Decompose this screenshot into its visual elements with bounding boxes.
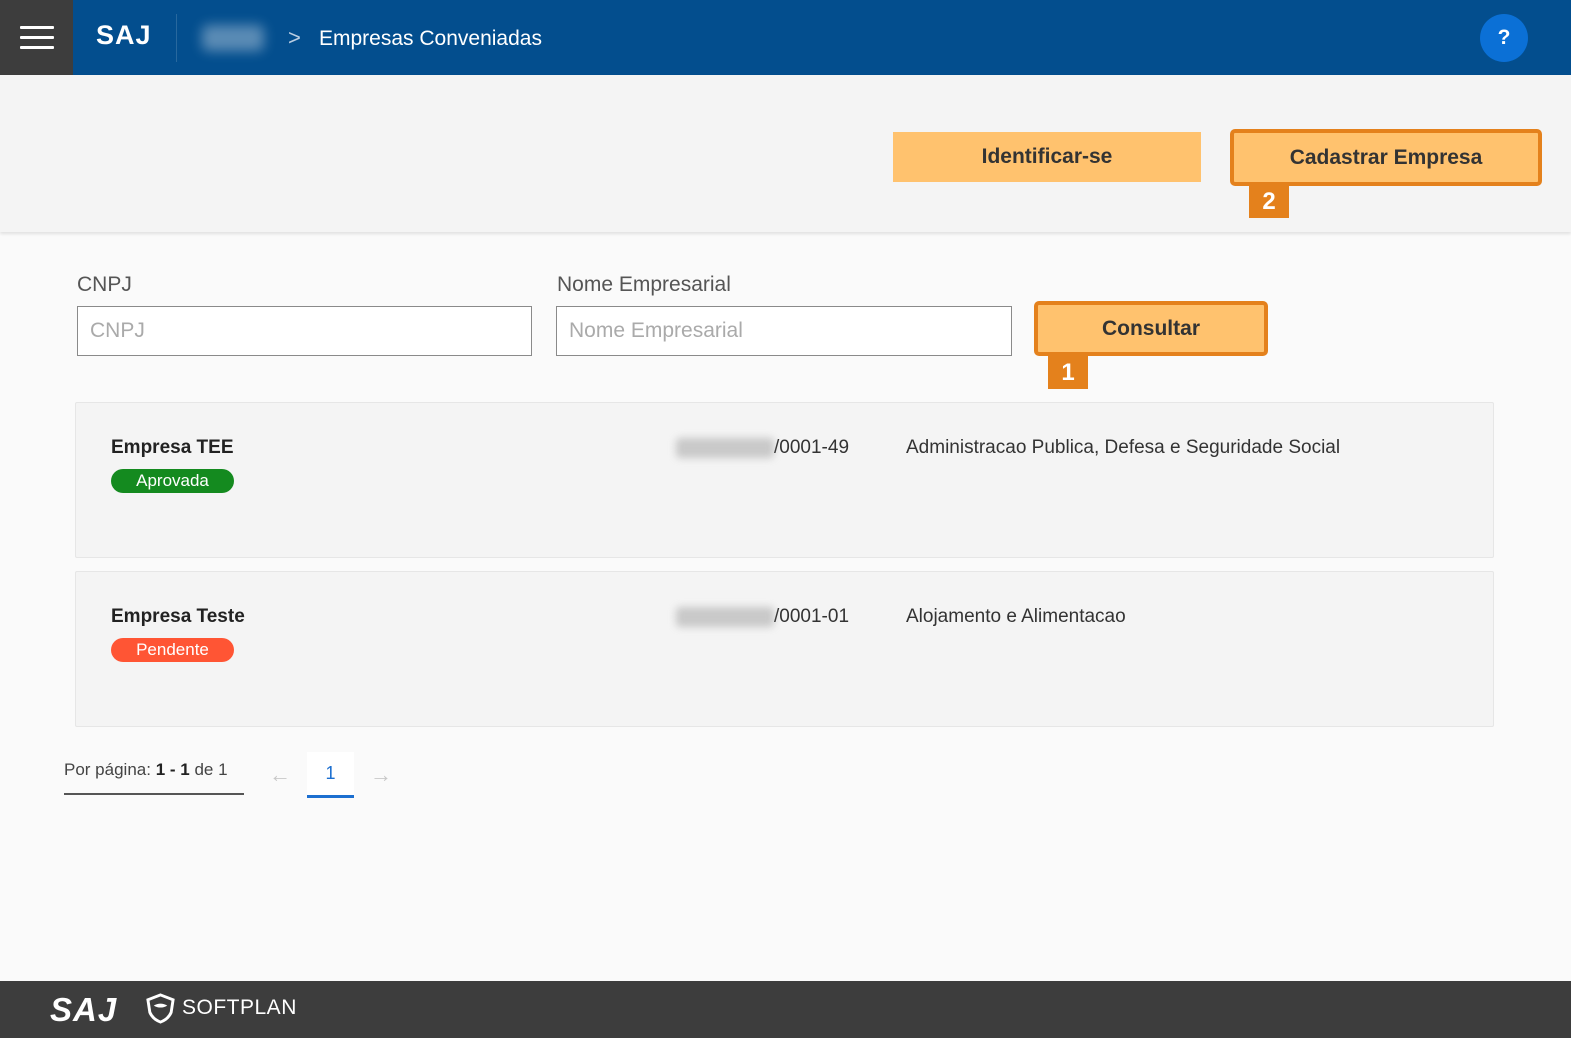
total-count: 1	[218, 760, 228, 779]
company-name: Empresa TEE	[111, 437, 234, 458]
top-bar: SAJ > Empresas Conveniadas ?	[0, 0, 1571, 75]
status-badge: Pendente	[111, 638, 234, 662]
footer-softplan-logo: SOFTPLAN	[182, 996, 297, 1019]
header-divider	[176, 14, 177, 62]
identify-button[interactable]: Identificar-se	[893, 132, 1201, 182]
status-badge: Aprovada	[111, 469, 234, 493]
previous-page-arrow-icon[interactable]: ←	[265, 762, 295, 788]
company-name: Empresa Teste	[111, 606, 245, 627]
footer-saj-logo: SAJ	[50, 991, 118, 1028]
page-button-current[interactable]: 1	[307, 752, 354, 798]
cnpj-suffix: /0001-49	[774, 437, 850, 458]
brand-logo[interactable]: SAJ	[96, 20, 152, 51]
page-range: 1 - 1	[155, 760, 195, 779]
company-cnpj: /0001-01	[676, 606, 849, 628]
search-button[interactable]: Consultar	[1034, 301, 1268, 356]
footer: SAJ SOFTPLAN	[0, 981, 1571, 1038]
help-button[interactable]: ?	[1480, 14, 1528, 62]
page-title: Empresas Conveniadas	[319, 27, 542, 50]
softplan-shield-icon	[146, 993, 175, 1024]
of-label: de	[194, 760, 219, 779]
breadcrumb-redacted[interactable]	[202, 25, 264, 51]
step-badge-1: 1	[1048, 356, 1088, 389]
cnpj-redacted	[676, 607, 774, 627]
step-badge-2: 2	[1249, 185, 1289, 218]
action-bar: Identificar-se Cadastrar Empresa 2	[0, 75, 1571, 232]
cnpj-label: CNPJ	[77, 273, 132, 296]
company-card[interactable]: Empresa TEE Aprovada /0001-49 Administra…	[75, 402, 1494, 558]
breadcrumb-chevron-icon: >	[288, 25, 301, 50]
hamburger-menu-icon[interactable]	[0, 0, 73, 75]
cnpj-redacted	[676, 438, 774, 458]
per-page-label: Por página:	[64, 760, 156, 779]
per-page-selector[interactable]: Por página: 1 - 1 de 1	[64, 758, 244, 795]
cnpj-input[interactable]	[77, 306, 532, 356]
cnpj-suffix: /0001-01	[774, 606, 850, 627]
next-page-arrow-icon[interactable]: →	[366, 762, 396, 788]
company-activity: Alojamento e Alimentacao	[906, 606, 1126, 627]
company-activity: Administracao Publica, Defesa e Segurida…	[906, 437, 1341, 458]
company-name-input[interactable]	[556, 306, 1012, 356]
register-company-button[interactable]: Cadastrar Empresa	[1230, 129, 1542, 186]
company-name-label: Nome Empresarial	[557, 273, 731, 296]
company-cnpj: /0001-49	[676, 437, 849, 459]
company-card[interactable]: Empresa Teste Pendente /0001-01 Alojamen…	[75, 571, 1494, 727]
